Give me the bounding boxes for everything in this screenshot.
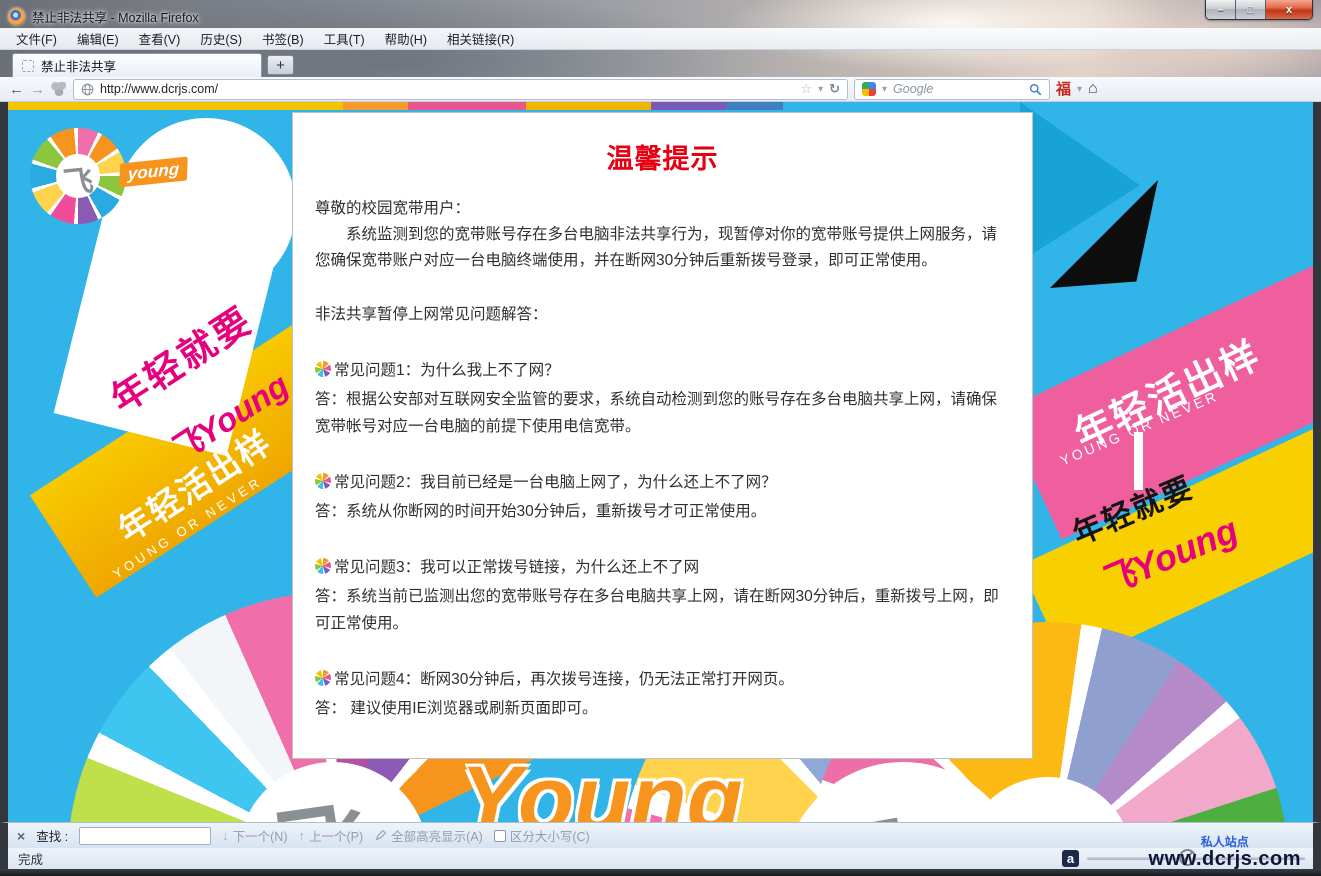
text-zoom-icon[interactable]: a — [1062, 850, 1079, 867]
notice-title: 温馨提示 — [315, 137, 1010, 176]
faq-answer: 答：系统当前已监测出您的宽带账号存在多台电脑共享上网，请在断网30分钟后，重新拨… — [315, 583, 1010, 637]
menu-related-links[interactable]: 相关链接(R) — [437, 27, 524, 50]
url-dropdown-icon[interactable]: ▾ — [818, 84, 823, 95]
search-bar[interactable]: ▾ Google — [854, 79, 1050, 100]
tab-title: 禁止非法共享 — [41, 56, 116, 75]
watermark-domain: www.dcrjs.com — [1149, 849, 1301, 869]
tab-active[interactable]: 禁止非法共享 — [12, 53, 262, 77]
site-watermark: 私人站点 www.dcrjs.com — [1149, 836, 1301, 869]
fu-addon-icon[interactable]: 福 — [1056, 82, 1071, 97]
find-close-icon[interactable]: × — [17, 829, 25, 843]
faq-item-1: 常见问题1：为什么我上不了网？ 答：根据公安部对互联网安全监管的要求，系统自动检… — [315, 358, 1010, 440]
url-bar[interactable]: http://www.dcrjs.com/ ☆ ▾ ↻ — [73, 79, 848, 100]
search-engine-dropdown-icon[interactable]: ▾ — [882, 84, 887, 95]
menu-history[interactable]: 历史(S) — [190, 27, 252, 50]
tab-bar: 禁止非法共享 + — [0, 50, 1321, 77]
faq-flower-icon — [315, 670, 331, 686]
web-page-viewport: 飞 young 年轻就要 飞Young 年轻活出样 YOUNG OR NEVER… — [0, 102, 1321, 822]
maximize-button[interactable]: □ — [1236, 0, 1266, 19]
firefox-logo-icon — [8, 8, 25, 25]
status-bar-right: a 私人站点 www.dcrjs.com — [1062, 848, 1305, 869]
highlighter-icon — [374, 829, 387, 842]
menu-bookmarks[interactable]: 书签(B) — [252, 27, 314, 50]
logo-fei-glyph: 飞 — [61, 156, 95, 203]
faq-answer: 答： 建议使用IE浏览器或刷新页面即可。 — [315, 695, 1010, 722]
menu-view[interactable]: 查看(V) — [129, 27, 191, 50]
fu-dropdown-icon[interactable]: ▾ — [1077, 84, 1082, 95]
back-icon[interactable]: ← — [9, 82, 24, 97]
navigation-bar: ← → http://www.dcrjs.com/ ☆ ▾ ↻ ▾ Google… — [0, 77, 1321, 102]
find-previous-button[interactable]: ↑ 上一个(P) — [299, 826, 364, 845]
left-ribbon-cap — [116, 118, 296, 298]
search-magnifier-icon[interactable] — [1029, 83, 1042, 96]
faq-flower-icon — [315, 361, 331, 377]
window-controls: – □ x — [1205, 0, 1313, 20]
match-case-checkbox[interactable]: 区分大小写(C) — [494, 826, 590, 845]
status-bar: 完成 a 私人站点 www.dcrjs.com — [0, 848, 1321, 869]
url-text[interactable]: http://www.dcrjs.com/ — [100, 82, 794, 96]
down-arrow-icon: ↓ — [222, 828, 229, 843]
top-color-stripe — [8, 102, 1313, 110]
faq-item-4: 常见问题4：断网30分钟后，再次拨号连接，仍无法正常打开网页。 答： 建议使用I… — [315, 667, 1010, 722]
faq-answer: 答：根据公安部对互联网安全监管的要求，系统自动检测到您的账号存在多台电脑共享上网… — [315, 386, 1010, 440]
globe-icon — [81, 83, 94, 96]
faq-question: 常见问题1：为什么我上不了网？ — [334, 358, 560, 384]
menu-help[interactable]: 帮助(H) — [375, 27, 437, 50]
tab-favicon-placeholder-icon — [22, 60, 34, 72]
title-bar[interactable]: 禁止非法共享 - Mozilla Firefox – □ x — [0, 0, 1321, 28]
highlight-all-button[interactable]: 全部高亮显示(A) — [374, 826, 483, 845]
up-arrow-icon: ↑ — [299, 828, 306, 843]
faq-answer: 答：系统从你断网的时间开始30分钟后，重新拨号才可正常使用。 — [315, 498, 1010, 525]
faq-flower-icon — [315, 473, 331, 489]
forward-icon[interactable]: → — [30, 82, 45, 97]
watermark-label: 私人站点 — [1149, 836, 1301, 848]
browser-chrome: 禁止非法共享 - Mozilla Firefox – □ x 文件(F) 编辑(… — [0, 0, 1321, 77]
faq-item-3: 常见问题3：我可以正常拨号链接，为什么还上不了网 答：系统当前已监测出您的宽带账… — [315, 555, 1010, 637]
faq-item-2: 常见问题2：我目前已经是一台电脑上网了，为什么还上不了网？ 答：系统从你断网的时… — [315, 470, 1010, 525]
menu-file[interactable]: 文件(F) — [6, 27, 67, 50]
search-input[interactable]: Google — [893, 82, 1023, 96]
notice-panel: 温馨提示 尊敬的校园宽带用户： 系统监测到您的宽带账号存在多台电脑非法共享行为，… — [292, 112, 1033, 759]
firefox-window: 禁止非法共享 - Mozilla Firefox – □ x 文件(F) 编辑(… — [0, 0, 1321, 876]
faq-heading: 非法共享暂停上网常见问题解答： — [315, 302, 1010, 328]
minimize-button[interactable]: – — [1206, 0, 1236, 19]
find-next-button[interactable]: ↓ 下一个(N) — [222, 826, 287, 845]
notice-intro: 系统监测到您的宽带账号存在多台电脑非法共享行为，现暂停对你的宽带账号提供上网服务… — [315, 222, 1010, 274]
window-bottom-border — [0, 869, 1321, 876]
home-icon[interactable]: ⌂ — [1088, 81, 1098, 97]
close-button[interactable]: x — [1266, 0, 1312, 19]
window-title: 禁止非法共享 - Mozilla Firefox — [32, 7, 199, 26]
extension-paw-icon[interactable] — [51, 82, 67, 96]
find-bar: × 查找 : ↓ 下一个(N) ↑ 上一个(P) 全部高亮显示(A) 区分大小写… — [0, 822, 1321, 848]
new-tab-button[interactable]: + — [267, 55, 294, 75]
menu-edit[interactable]: 编辑(E) — [67, 27, 129, 50]
find-input[interactable] — [79, 827, 211, 845]
find-label: 查找 : — [36, 826, 68, 845]
faq-question: 常见问题3：我可以正常拨号链接，为什么还上不了网 — [334, 555, 699, 581]
bookmark-star-icon[interactable]: ☆ — [800, 81, 812, 97]
faq-question: 常见问题2：我目前已经是一台电脑上网了，为什么还上不了网？ — [334, 470, 777, 496]
google-engine-icon[interactable] — [862, 82, 876, 96]
reload-icon[interactable]: ↻ — [829, 81, 840, 97]
faq-flower-icon — [315, 558, 331, 574]
status-text: 完成 — [18, 849, 43, 868]
notice-greeting: 尊敬的校园宽带用户： — [315, 196, 1010, 222]
menu-tools[interactable]: 工具(T) — [314, 27, 375, 50]
menu-bar: 文件(F) 编辑(E) 查看(V) 历史(S) 书签(B) 工具(T) 帮助(H… — [0, 28, 1321, 50]
faq-question: 常见问题4：断网30分钟后，再次拨号连接，仍无法正常打开网页。 — [334, 667, 794, 693]
checkbox-icon[interactable] — [494, 830, 506, 842]
